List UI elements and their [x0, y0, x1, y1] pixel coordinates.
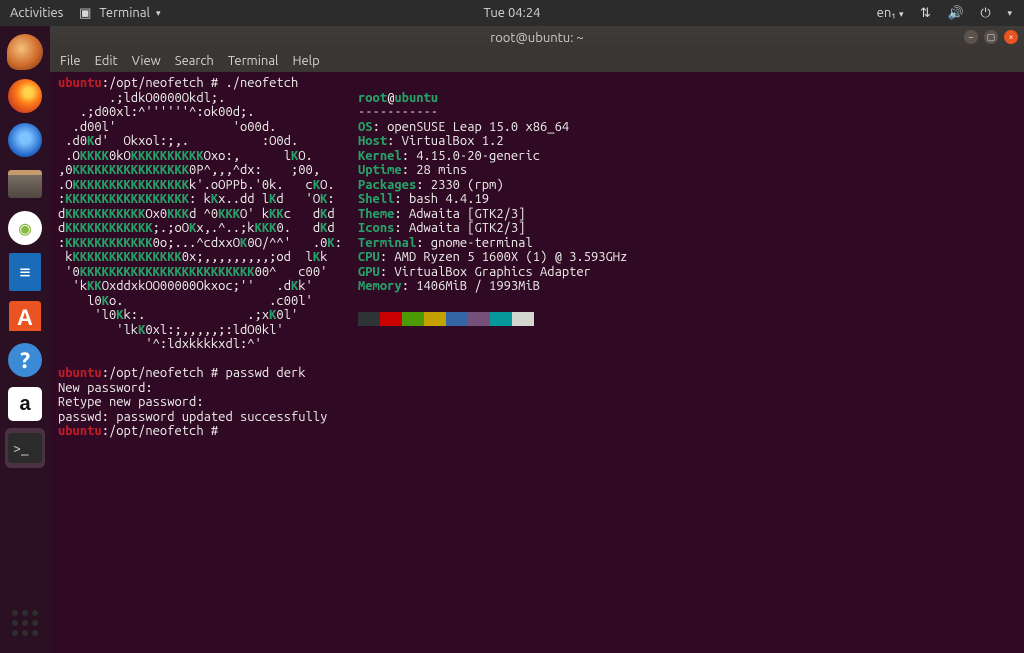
window-title: root@ubuntu: ~ [490, 31, 583, 45]
dock-help[interactable]: ? [5, 340, 45, 380]
clock[interactable]: Tue 04:24 [484, 6, 541, 20]
volume-icon[interactable]: 🔊 [947, 6, 963, 21]
dock-libreoffice-writer[interactable]: ≡ [5, 252, 45, 292]
network-icon[interactable]: ⇅ [917, 6, 933, 21]
chevron-down-icon: ▾ [156, 8, 161, 19]
window-minimize-button[interactable]: – [964, 30, 978, 44]
input-source-indicator[interactable]: en₁ ▾ [877, 6, 904, 20]
dock-rhythmbox[interactable]: ◉ [5, 208, 45, 248]
menu-search[interactable]: Search [175, 54, 214, 68]
activities-button[interactable]: Activities [10, 6, 63, 20]
app-menu[interactable]: ▣ Terminal ▾ [77, 6, 160, 21]
dock-ubuntu-software[interactable] [5, 296, 45, 336]
show-applications-button[interactable] [5, 603, 45, 643]
menu-file[interactable]: File [60, 54, 81, 68]
dock-search-swirl[interactable] [5, 32, 45, 72]
ubuntu-dock: ◉ ≡ ? a >_ [0, 26, 50, 653]
window-close-button[interactable]: × [1004, 30, 1018, 44]
dock-amazon[interactable]: a [5, 384, 45, 424]
terminal-viewport[interactable]: ubuntu:/opt/neofetch # ./neofetch .;ldkO… [50, 72, 1024, 653]
menu-help[interactable]: Help [292, 54, 319, 68]
app-menu-label: Terminal [99, 6, 150, 20]
menu-view[interactable]: View [132, 54, 161, 68]
window-titlebar[interactable]: root@ubuntu: ~ – ▢ × [50, 26, 1024, 50]
power-icon[interactable]: ⏻ [977, 6, 993, 21]
dock-firefox[interactable] [5, 76, 45, 116]
dock-files[interactable] [5, 164, 45, 204]
dock-thunderbird[interactable] [5, 120, 45, 160]
menu-edit[interactable]: Edit [95, 54, 118, 68]
terminal-menubar: File Edit View Search Terminal Help [50, 50, 1024, 72]
gnome-top-panel: Activities ▣ Terminal ▾ Tue 04:24 en₁ ▾ … [0, 0, 1024, 26]
terminal-indicator-icon: ▣ [77, 6, 93, 21]
dock-terminal[interactable]: >_ [5, 428, 45, 468]
system-menu-chevron-icon[interactable]: ▾ [1007, 8, 1012, 19]
window-maximize-button[interactable]: ▢ [984, 30, 998, 44]
menu-terminal[interactable]: Terminal [228, 54, 279, 68]
terminal-window: root@ubuntu: ~ – ▢ × File Edit View Sear… [50, 26, 1024, 653]
